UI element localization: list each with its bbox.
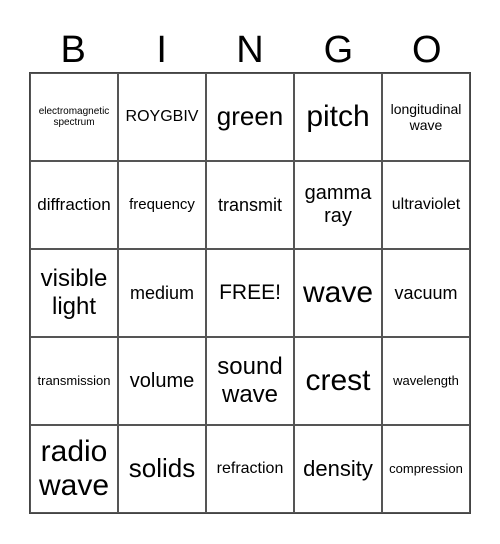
bingo-cell[interactable]: transmission — [30, 337, 118, 425]
bingo-cell[interactable]: electromagnetic spectrum — [30, 73, 118, 161]
bingo-cell[interactable]: green — [206, 73, 294, 161]
bingo-cell[interactable]: transmit — [206, 161, 294, 249]
bingo-cell[interactable]: radio wave — [30, 425, 118, 513]
bingo-cell[interactable]: refraction — [206, 425, 294, 513]
bingo-cell[interactable]: ultraviolet — [382, 161, 470, 249]
bingo-cell[interactable]: longitudinal wave — [382, 73, 470, 161]
header-letter-i: I — [156, 29, 167, 71]
bingo-cell[interactable]: ROYGBIV — [118, 73, 206, 161]
bingo-cell[interactable]: wavelength — [382, 337, 470, 425]
bingo-cell[interactable]: visible light — [30, 249, 118, 337]
bingo-cell[interactable]: diffraction — [30, 161, 118, 249]
bingo-cell[interactable]: vacuum — [382, 249, 470, 337]
header-letter-g: G — [323, 29, 354, 71]
free-space[interactable]: FREE! — [206, 249, 294, 337]
bingo-cell[interactable]: medium — [118, 249, 206, 337]
bingo-cell[interactable]: density — [294, 425, 382, 513]
bingo-cell[interactable]: solids — [118, 425, 206, 513]
header-letter-b: B — [60, 29, 86, 71]
bingo-cell[interactable]: wave — [294, 249, 382, 337]
bingo-cell[interactable]: sound wave — [206, 337, 294, 425]
bingo-cell[interactable]: crest — [294, 337, 382, 425]
header-letter-o: O — [412, 29, 442, 71]
header-letter-n: N — [236, 29, 264, 71]
bingo-cell[interactable]: frequency — [118, 161, 206, 249]
bingo-cell[interactable]: pitch — [294, 73, 382, 161]
bingo-header: B I N G O — [29, 28, 471, 72]
bingo-cell[interactable]: volume — [118, 337, 206, 425]
bingo-cell[interactable]: compression — [382, 425, 470, 513]
bingo-cell[interactable]: gamma ray — [294, 161, 382, 249]
bingo-card: electromagnetic spectrum ROYGBIV green p… — [29, 72, 471, 514]
